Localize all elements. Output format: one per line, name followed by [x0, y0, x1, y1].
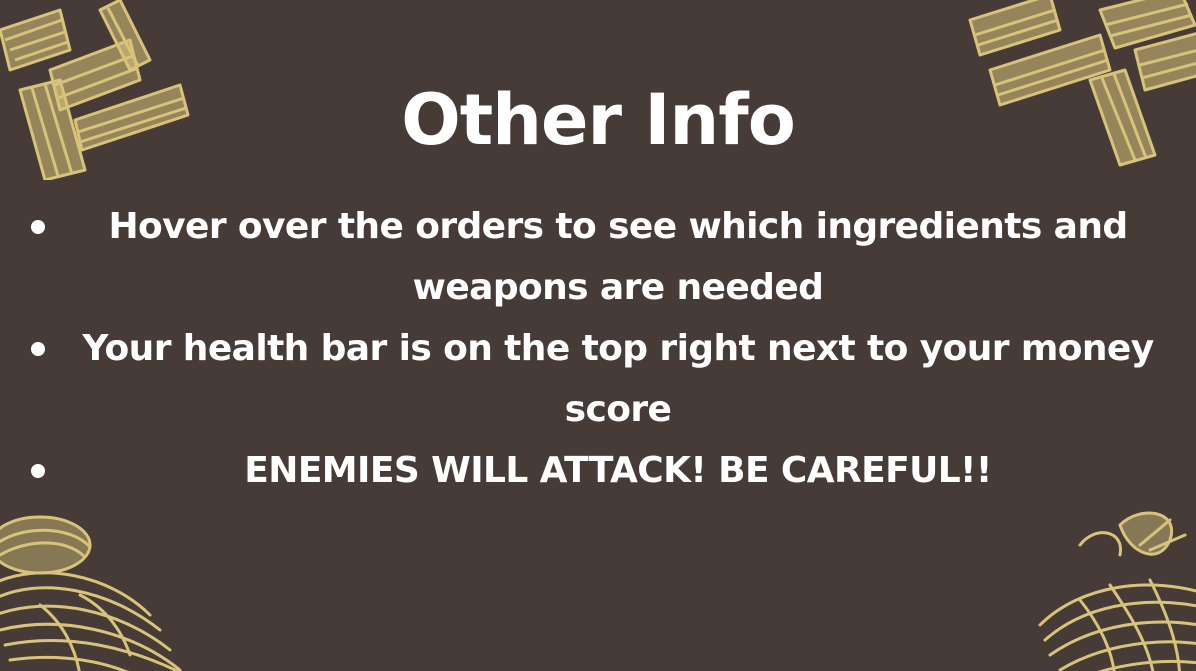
spaghetti-nest-illustration-bottom-right	[1020, 505, 1196, 671]
bullet-text: ENEMIES WILL ATTACK! BE CAREFUL!!	[244, 450, 992, 491]
slide-title: Other Info	[401, 79, 796, 161]
slide: Other Info Hover over the orders to see …	[0, 0, 1196, 671]
bullet-item: Your health bar is on the top right next…	[0, 318, 1196, 440]
bullet-text: Your health bar is on the top right next…	[82, 328, 1154, 430]
spaghetti-nest-illustration-bottom-left	[0, 505, 220, 671]
bullet-dot-icon	[31, 464, 45, 478]
bullet-list: Hover over the orders to see which ingre…	[0, 196, 1196, 501]
bullet-text: Hover over the orders to see which ingre…	[108, 206, 1128, 308]
bullet-item: Hover over the orders to see which ingre…	[0, 196, 1196, 318]
bullet-dot-icon	[31, 342, 45, 356]
bullet-dot-icon	[31, 220, 45, 234]
bullet-item: ENEMIES WILL ATTACK! BE CAREFUL!!	[0, 440, 1196, 501]
